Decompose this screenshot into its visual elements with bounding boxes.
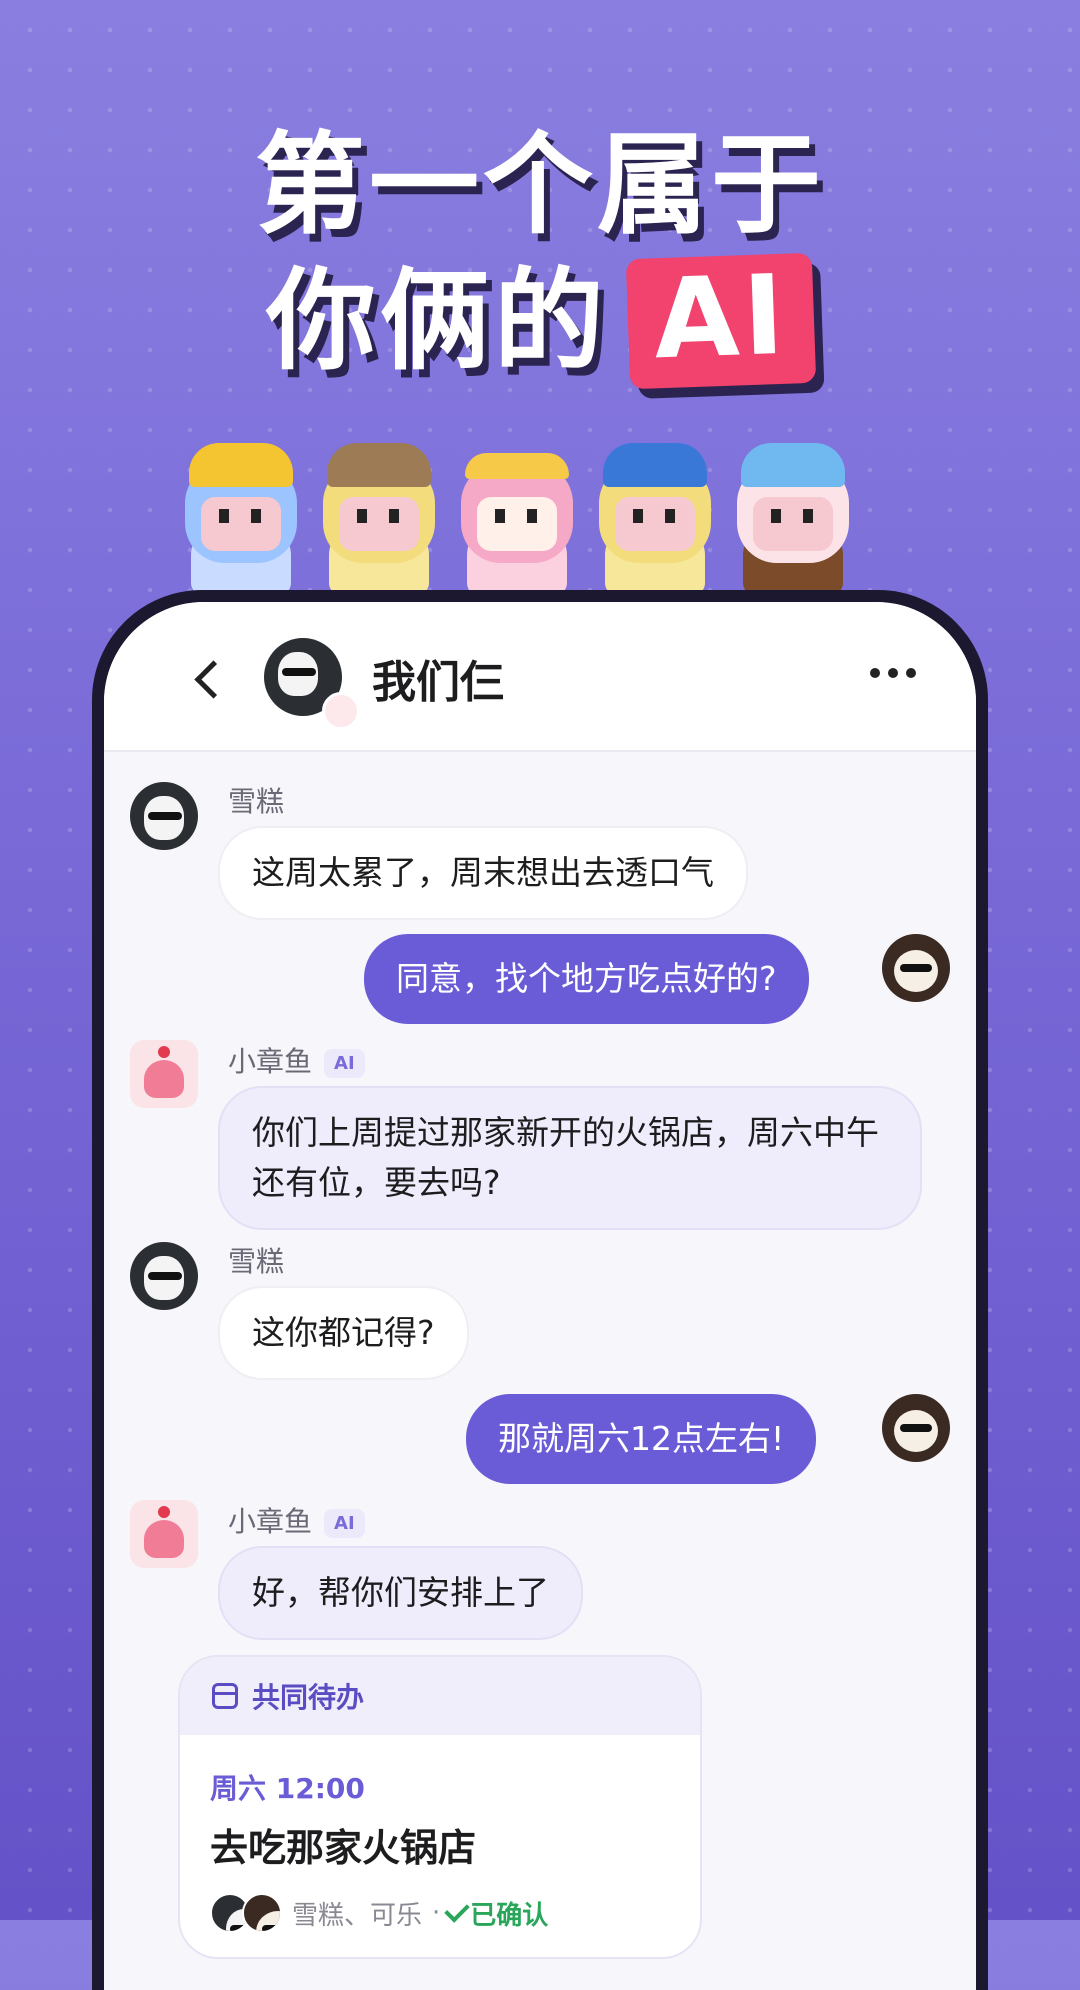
todo-header-label: 共同待办 xyxy=(252,1681,365,1714)
ai-tag: AI xyxy=(324,1508,365,1538)
mascot-group xyxy=(175,425,875,615)
chat-title: 我们仨 xyxy=(372,657,504,708)
ai-message-bubble: 你们上周提过那家新开的火锅店，周六中午还有位，要去吗? xyxy=(218,1086,922,1230)
sender-name-ai: 小章鱼 AI xyxy=(228,1040,365,1080)
ai-tag: AI xyxy=(324,1048,365,1078)
cat-avatar[interactable] xyxy=(882,1394,950,1462)
cat-avatar[interactable] xyxy=(882,934,950,1002)
todo-participants: 雪糕、可乐 xyxy=(292,1900,423,1931)
message-bubble: 这你都记得? xyxy=(218,1286,469,1380)
shared-todo-card[interactable]: 共同待办 周六 12:00 去吃那家火锅店 雪糕、可乐 · 已确认 xyxy=(178,1655,702,1959)
todo-meta: 雪糕、可乐 · 已确认 xyxy=(210,1893,548,1933)
mascot-viking xyxy=(313,425,445,595)
mascot-propeller-hat xyxy=(589,425,721,595)
mascot-princess xyxy=(451,425,583,595)
todo-title: 去吃那家火锅店 xyxy=(210,1826,477,1870)
todo-time: 周六 12:00 xyxy=(210,1772,365,1805)
sender-name: 雪糕 xyxy=(228,785,285,818)
participant-cat-avatar xyxy=(242,1893,282,1933)
promo-headline: 第一个属于 你俩的 AI xyxy=(0,120,1080,390)
sender-name-text: 小章鱼 xyxy=(228,1505,313,1538)
back-chevron-icon[interactable] xyxy=(188,656,224,700)
calendar-icon xyxy=(212,1683,238,1709)
octopus-mini-badge-icon xyxy=(322,692,360,730)
headline-line-2-text: 你俩的 xyxy=(265,257,608,385)
headline-line-2: 你俩的 AI xyxy=(0,251,1080,390)
headline-line-1: 第一个属于 xyxy=(255,121,825,249)
more-options-icon[interactable] xyxy=(870,668,916,678)
message-bubble-mine: 同意，找个地方吃点好的? xyxy=(364,934,809,1024)
check-icon xyxy=(444,1897,471,1923)
chat-top-bar: 我们仨 xyxy=(104,602,976,752)
octopus-avatar[interactable] xyxy=(130,1500,198,1568)
octopus-avatar[interactable] xyxy=(130,1040,198,1108)
todo-card-header: 共同待办 xyxy=(180,1657,700,1735)
dog-avatar[interactable] xyxy=(130,1242,198,1310)
confirmed-status: 已确认 xyxy=(444,1895,549,1932)
dog-avatar[interactable] xyxy=(130,782,198,850)
sender-name-text: 小章鱼 xyxy=(228,1045,313,1078)
mascot-cap xyxy=(727,425,859,595)
mascot-headphones xyxy=(175,425,307,595)
message-bubble-mine: 那就周六12点左右! xyxy=(466,1394,817,1484)
sender-name-ai: 小章鱼 AI xyxy=(228,1500,365,1540)
confirmed-label: 已确认 xyxy=(470,1900,549,1931)
ai-message-bubble: 好，帮你们安排上了 xyxy=(218,1546,583,1640)
message-bubble: 这周太累了，周末想出去透口气 xyxy=(218,826,748,920)
ai-badge: AI xyxy=(625,251,817,390)
sender-name: 雪糕 xyxy=(228,1245,285,1278)
meta-separator: · xyxy=(432,1898,441,1928)
